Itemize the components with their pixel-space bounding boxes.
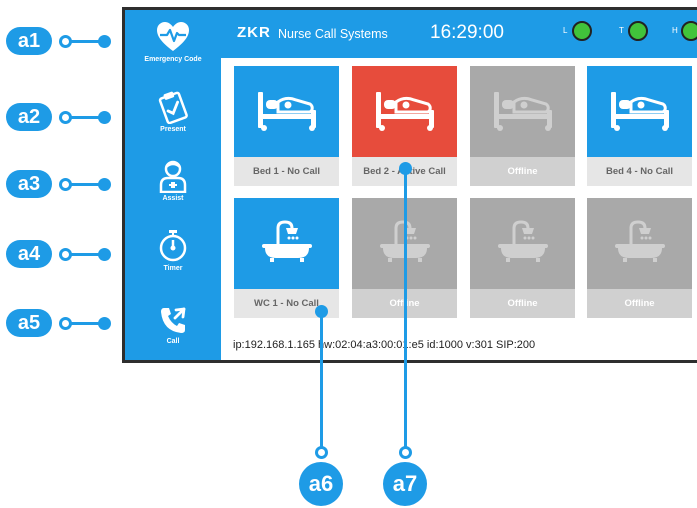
callout-a5: a5 [6, 309, 52, 337]
callout-line [404, 170, 407, 450]
callout-a2: a2 [6, 103, 52, 131]
device-info-line: ip:192.168.1.165 hw:02:04:a3:00:01:e5 id… [233, 339, 536, 351]
sidebar: Emergency Code Present Assist Timer Call [125, 10, 221, 360]
bed-icon [611, 92, 669, 131]
callout-dot [98, 111, 111, 124]
tile-label: Offline [470, 157, 575, 186]
tile-label: Bed 4 - No Call [587, 157, 692, 186]
bathtub-icon [615, 220, 665, 262]
callout-a1: a1 [6, 27, 52, 55]
room-tile[interactable]: WC 1 - No Call [234, 198, 339, 318]
tile-face [234, 66, 339, 157]
callout-line [70, 116, 100, 119]
callout-line [70, 253, 100, 256]
sidebar-item-label: Emergency Code [144, 56, 202, 63]
tile-label: Offline [587, 289, 692, 318]
app-title: Nurse Call Systems [278, 27, 388, 41]
tile-face [352, 66, 457, 157]
callout-dot [98, 178, 111, 191]
room-tile[interactable]: Offline [587, 198, 692, 318]
room-tile[interactable]: Offline [470, 66, 575, 186]
tile-face [470, 198, 575, 289]
status-led [681, 21, 697, 41]
heart-pulse-icon [157, 22, 189, 51]
callout-dot [98, 317, 111, 330]
brand-logo: ZKR [237, 24, 271, 41]
room-tile[interactable]: Offline [470, 198, 575, 318]
timer-button[interactable]: Timer [125, 225, 221, 283]
annotated-screenshot: { "sidebar": { "items": [ {"label": "Eme… [0, 0, 697, 508]
callout-a6: a6 [299, 462, 343, 506]
clipboard-check-icon [158, 91, 188, 124]
callout-line [70, 322, 100, 325]
callout-dot [98, 248, 111, 261]
emergency-code-button[interactable]: Emergency Code [125, 16, 221, 74]
status-led [572, 21, 592, 41]
header-bar: ZKR Nurse Call Systems 16:29:00 L T H [221, 10, 697, 58]
room-grid: Bed 1 - No Call Bed 2 - Active Call Offlin… [221, 58, 697, 360]
callout-dot [98, 35, 111, 48]
tile-face [234, 198, 339, 289]
bathtub-icon [262, 220, 312, 262]
room-tile[interactable]: Bed 1 - No Call [234, 66, 339, 186]
present-button[interactable]: Present [125, 86, 221, 144]
callout-a7: a7 [383, 462, 427, 506]
status-led [628, 21, 648, 41]
callout-line [70, 40, 100, 43]
phone-call-icon [161, 307, 186, 333]
room-tile[interactable]: Bed 4 - No Call [587, 66, 692, 186]
clock: 16:29:00 [430, 22, 504, 43]
indicator-letter: H [672, 26, 678, 35]
tile-face [587, 198, 692, 289]
callout-dot [315, 446, 328, 459]
assist-button[interactable]: Assist [125, 155, 221, 213]
callout-line [320, 312, 323, 450]
bed-icon [258, 92, 316, 131]
tile-face [587, 66, 692, 157]
tile-label: Bed 1 - No Call [234, 157, 339, 186]
callout-a3: a3 [6, 170, 52, 198]
bed-icon [376, 92, 434, 131]
stopwatch-icon [159, 230, 187, 262]
bathtub-icon [498, 220, 548, 262]
tile-face [470, 66, 575, 157]
callout-a4: a4 [6, 240, 52, 268]
callout-line [70, 183, 100, 186]
tile-label: Offline [470, 289, 575, 318]
bed-icon [494, 92, 552, 131]
indicator-letter: T [619, 26, 624, 35]
indicator-letter: L [563, 26, 568, 35]
call-button[interactable]: Call [125, 298, 221, 356]
sidebar-item-label: Timer [163, 265, 183, 272]
sidebar-item-label: Call [166, 338, 180, 345]
sidebar-item-label: Present [160, 126, 186, 133]
nurse-icon [159, 160, 187, 193]
callout-dot [399, 446, 412, 459]
sidebar-item-label: Assist [162, 195, 184, 202]
